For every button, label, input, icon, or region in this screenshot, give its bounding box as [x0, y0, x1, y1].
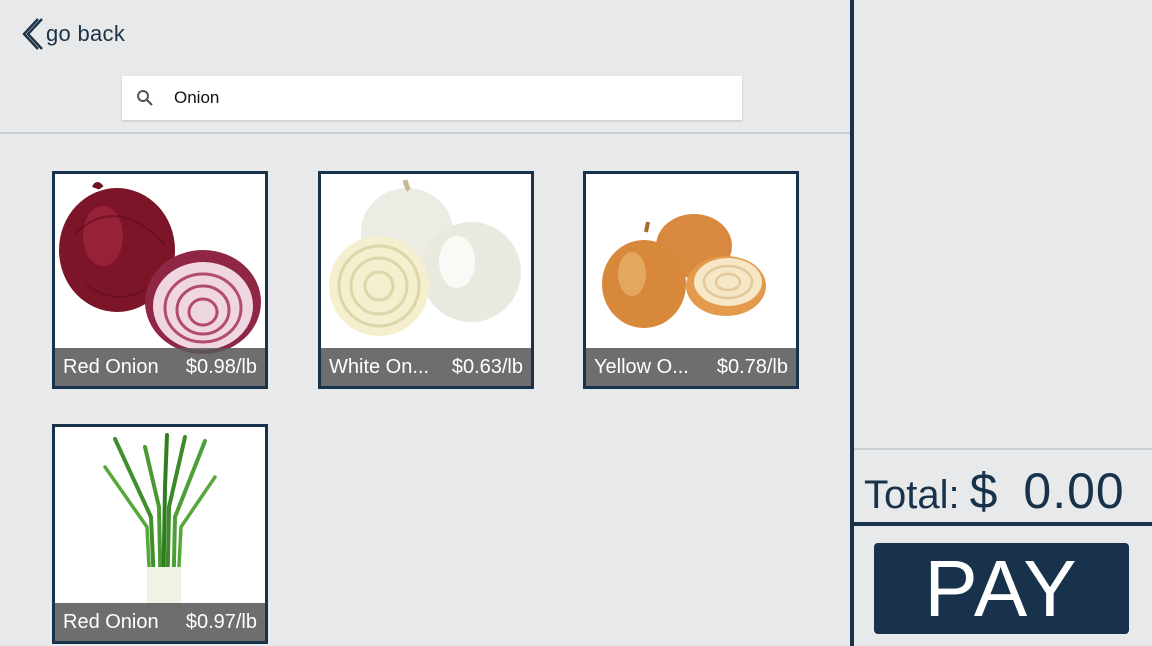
product-name: Red Onion — [63, 610, 159, 633]
product-name: White On... — [329, 355, 430, 378]
back-label: go back — [46, 21, 126, 46]
product-caption: Red Onion $0.98/lb — [55, 348, 265, 386]
white-onion-image — [329, 179, 521, 336]
product-price: $0.63/lb — [451, 355, 523, 378]
total-currency: $ — [969, 463, 998, 519]
total-row: Total: $ 0.00 — [864, 462, 1149, 522]
chevron-left-icon — [22, 18, 43, 50]
product-browser: go back Red Onion $0.98/lb — [0, 0, 850, 646]
product-name: Yellow O... — [594, 355, 689, 378]
total-underline — [854, 522, 1152, 526]
checkout-panel: Total: $ 0.00 PAY — [854, 0, 1152, 646]
header-divider — [0, 132, 850, 134]
product-card-yellow-onion[interactable]: Yellow O... $0.78/lb — [583, 171, 799, 389]
product-caption: Red Onion $0.97/lb — [55, 603, 265, 641]
total-label: Total: — [864, 473, 960, 517]
product-price: $0.78/lb — [716, 355, 788, 378]
back-button[interactable]: go back — [18, 14, 125, 54]
product-card-red-onion[interactable]: Red Onion $0.98/lb — [52, 171, 268, 389]
product-caption: Yellow O... $0.78/lb — [586, 348, 796, 386]
total-value: 0.00 — [1023, 463, 1125, 519]
product-caption: White On... $0.63/lb — [321, 348, 531, 386]
product-price: $0.97/lb — [185, 610, 257, 633]
cart-divider — [854, 448, 1152, 450]
red-onion-image — [59, 182, 261, 354]
pay-button[interactable]: PAY — [874, 543, 1129, 634]
search-input[interactable] — [172, 87, 736, 109]
product-name: Red Onion — [63, 355, 159, 378]
yellow-onion-image — [602, 214, 766, 328]
search-bar[interactable] — [122, 76, 742, 120]
search-icon — [137, 90, 153, 106]
product-card-white-onion[interactable]: White On... $0.63/lb — [318, 171, 534, 389]
product-card-green-onion[interactable]: Red Onion $0.97/lb — [52, 424, 268, 644]
product-price: $0.98/lb — [185, 355, 257, 378]
green-onion-image — [103, 433, 217, 607]
